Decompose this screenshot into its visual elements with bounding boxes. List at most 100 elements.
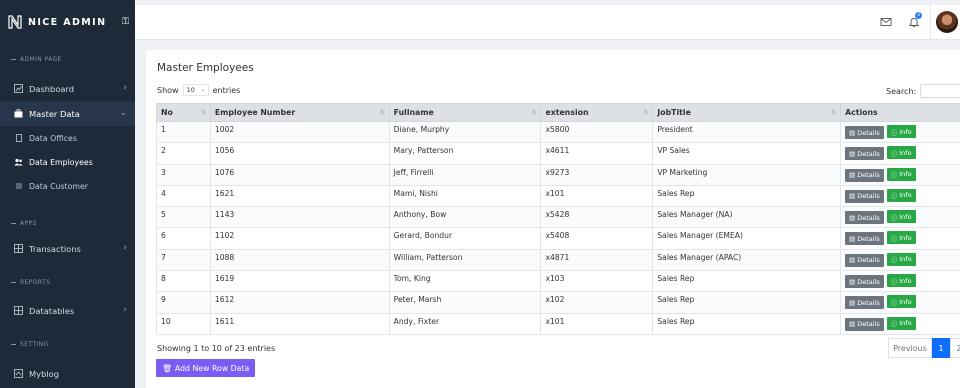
table-cell: Mami, Nishi <box>388 184 542 208</box>
chart-icon <box>14 84 23 93</box>
info-icon: ⓘ <box>890 171 898 180</box>
document-icon: ▤ <box>849 128 856 137</box>
sidebar-subitem-data-customer[interactable]: Data Customer <box>0 174 135 198</box>
actions-cell: ▤ Details ⓘ Info <box>840 227 960 250</box>
table-row: 8 1619 Tom, King x103 Sales Rep ▤ Details ⓘ Info <box>156 270 960 293</box>
info-icon: ⓘ <box>890 298 898 307</box>
info-icon: ⓘ <box>890 192 898 201</box>
notification-badge: 3 <box>915 12 922 19</box>
employees-card: Master Employees Show 10 ⌄ entries Searc… <box>146 50 960 388</box>
column-header[interactable]: Actions <box>840 103 960 122</box>
info-label: Info <box>899 297 912 306</box>
sidebar-subitem-data-employees[interactable]: Data Employees <box>0 150 135 174</box>
section-reports: REPORTS <box>0 277 135 287</box>
pagination-page-1[interactable]: 1 <box>932 338 950 358</box>
table-cell: x103 <box>540 270 654 293</box>
details-button[interactable]: ▤ Details <box>845 126 884 139</box>
table-row: 1 1002 Diane, Murphy x5800 President ▤ Details… <box>156 120 960 144</box>
search-control: Search: <box>886 84 960 98</box>
table-cell: Anthony, Bow <box>388 206 542 229</box>
table-cell: 1619 <box>209 270 390 293</box>
entries-select[interactable]: 10 ⌄ <box>182 84 209 96</box>
sort-icon: ⇅ <box>379 109 385 116</box>
add-new-row-button[interactable]: 🗑 Add New Row Data <box>156 359 256 377</box>
info-button[interactable]: ⓘ Info <box>886 125 916 138</box>
entries-length-control: Show 10 ⌄ entries <box>157 84 240 96</box>
key-icon[interactable]: ⚿ <box>122 17 129 27</box>
table-cell: 4 <box>156 184 211 208</box>
column-header[interactable]: No ⇅ <box>156 103 211 122</box>
sidebar-item-dashboard[interactable]: Dashboard › <box>0 76 135 101</box>
info-button[interactable]: ⓘ Info <box>886 231 916 245</box>
document-icon: ▤ <box>849 192 856 201</box>
info-button[interactable]: ⓘ Info <box>886 146 916 160</box>
logo-icon <box>8 15 22 29</box>
actions-cell: ▤ Details ⓘ Info <box>840 184 960 208</box>
show-label: Show <box>157 85 179 95</box>
column-header[interactable]: Fullname ⇅ <box>388 103 542 122</box>
info-button[interactable]: ⓘ Info <box>886 210 916 224</box>
sidebar-label: Data Customer <box>29 181 88 191</box>
pagination-page-2[interactable]: 2 <box>950 338 960 358</box>
table-cell: William, Patterson <box>388 248 542 272</box>
sidebar-item-myblog[interactable]: Myblog <box>0 361 135 386</box>
details-label: Details <box>857 192 880 201</box>
details-button[interactable]: ▤ Details <box>845 147 884 161</box>
avatar[interactable] <box>936 11 958 33</box>
sort-icon: ⇅ <box>643 109 649 116</box>
details-button[interactable]: ▤ Details <box>845 317 884 331</box>
column-header[interactable]: Employee Number ⇅ <box>209 103 390 122</box>
details-button[interactable]: ▤ Details <box>845 275 884 289</box>
sidebar-subitem-data-offices[interactable]: Data Offices <box>0 126 135 150</box>
info-button[interactable]: ⓘ Info <box>886 316 916 330</box>
info-label: Info <box>899 148 912 157</box>
mail-icon[interactable] <box>880 16 892 28</box>
building-icon <box>14 134 23 143</box>
table-cell: x101 <box>540 184 654 208</box>
table-cell: Andy, Fixter <box>388 312 542 335</box>
sidebar-item-master-data[interactable]: Master Data ⌄ <box>0 101 135 126</box>
info-icon: ⓘ <box>890 256 898 265</box>
search-input[interactable] <box>920 84 960 98</box>
details-button[interactable]: ▤ Details <box>845 296 884 310</box>
sidebar-label: Master Data <box>29 108 80 119</box>
section-setting: SETTING <box>0 339 135 349</box>
info-button[interactable]: ⓘ Info <box>886 252 916 266</box>
info-icon: ⓘ <box>890 234 898 243</box>
trash-icon: 🗑 <box>162 363 172 373</box>
document-icon: ▤ <box>849 256 856 265</box>
details-button[interactable]: ▤ Details <box>845 168 884 182</box>
info-button[interactable]: ⓘ Info <box>886 295 916 309</box>
column-header[interactable]: JobTitle ⇅ <box>652 103 842 122</box>
table-cell: 1621 <box>209 184 390 208</box>
search-label: Search: <box>886 86 917 96</box>
details-label: Details <box>857 149 880 158</box>
table-cell: 8 <box>156 270 211 293</box>
info-label: Info <box>899 233 912 242</box>
sidebar-item-transactions[interactable]: Transactions › <box>0 236 135 261</box>
details-label: Details <box>857 256 880 265</box>
sidebar-item-datatables[interactable]: Datatables › <box>0 298 135 323</box>
pagination-previous[interactable]: Previous <box>888 338 932 358</box>
document-icon: ▤ <box>849 298 856 307</box>
document-icon: ▤ <box>849 213 856 222</box>
details-button[interactable]: ▤ Details <box>845 189 884 203</box>
table-cell: Sales Manager (APAC) <box>652 248 842 272</box>
details-button[interactable]: ▤ Details <box>845 253 884 267</box>
table-info: Showing 1 to 10 of 23 entries <box>157 344 276 353</box>
info-button[interactable]: ⓘ Info <box>886 188 916 202</box>
brand[interactable]: NICE ADMIN ⚿ <box>0 0 135 44</box>
table-cell: Sales Rep <box>652 184 842 208</box>
document-icon: ▤ <box>849 149 856 158</box>
table-body: 1 1002 Diane, Murphy x5800 President ▤ Details… <box>156 120 960 335</box>
details-button[interactable]: ▤ Details <box>845 232 884 246</box>
info-label: Info <box>899 212 912 221</box>
table-cell: Sales Rep <box>652 312 842 335</box>
info-icon: ⓘ <box>890 213 898 222</box>
details-button[interactable]: ▤ Details <box>845 211 884 225</box>
info-button[interactable]: ⓘ Info <box>886 274 916 288</box>
table-cell: 1612 <box>209 291 390 314</box>
info-button[interactable]: ⓘ Info <box>886 167 916 181</box>
column-header[interactable]: extension ⇅ <box>540 103 654 122</box>
document-icon: ▤ <box>849 320 856 329</box>
